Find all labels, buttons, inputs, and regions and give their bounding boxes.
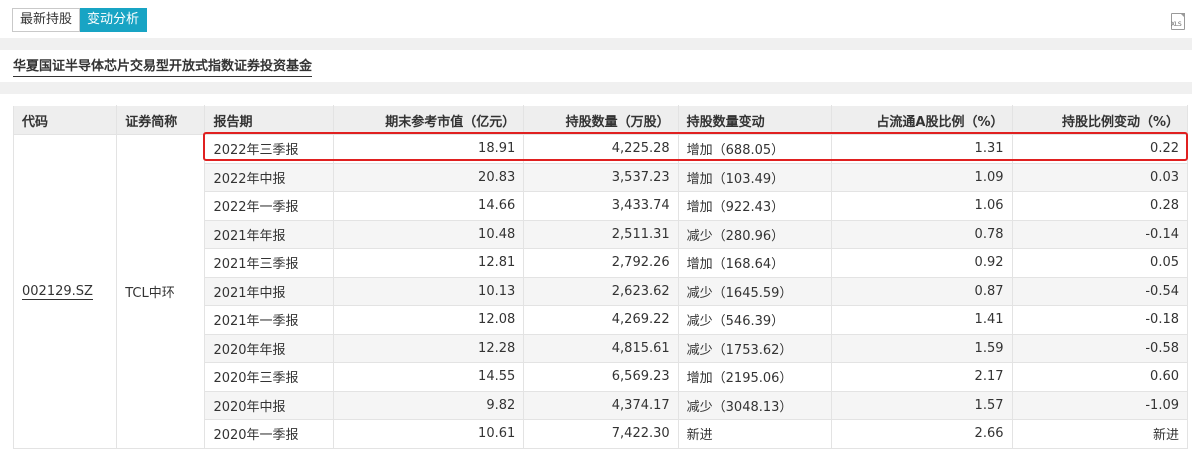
ratio-change-cell: -0.58 [1011, 333, 1188, 363]
market-value-cell: 18.91 [332, 134, 525, 164]
col-header-float-ratio[interactable]: 占流通A股比例（%） [831, 105, 1013, 135]
market-value-cell: 14.66 [332, 191, 525, 221]
fund-title: 华夏国证半导体芯片交易型开放式指数证券投资基金 [13, 58, 313, 77]
share-change-cell: 增加（2195.06） [677, 362, 833, 392]
share-change-cell: 减少（1645.59） [677, 276, 833, 306]
float-ratio-cell: 1.41 [831, 305, 1013, 335]
ratio-change-cell: 0.03 [1011, 162, 1188, 192]
ratio-change-cell: -1.09 [1011, 390, 1188, 420]
ratio-change-cell: -0.54 [1011, 276, 1188, 306]
ratio-change-cell: -0.18 [1011, 305, 1188, 335]
col-header-shares[interactable]: 持股数量（万股） [523, 105, 679, 135]
shares-cell: 7,422.30 [523, 419, 679, 449]
tab-bar: 最新持股 变动分析 [12, 8, 148, 32]
float-ratio-cell: 2.17 [831, 362, 1013, 392]
report-period-cell: 2022年三季报 [204, 134, 334, 164]
xls-export-icon[interactable]: XLS [1171, 13, 1185, 30]
shares-cell: 2,792.26 [523, 248, 679, 278]
market-value-cell: 9.82 [332, 390, 525, 420]
market-value-cell: 12.28 [332, 333, 525, 363]
market-value-cell: 14.55 [332, 362, 525, 392]
share-change-cell: 新进 [677, 419, 833, 449]
holdings-change-table: 代码 证券简称 报告期 期末参考市值（亿元） 持股数量（万股） 持股数量变动 占… [12, 105, 1188, 449]
report-period-cell: 2021年年报 [204, 219, 334, 249]
shares-cell: 4,225.28 [523, 134, 679, 164]
shares-cell: 4,815.61 [523, 333, 679, 363]
tab-change-analysis[interactable]: 变动分析 [80, 8, 148, 32]
section-divider [0, 38, 1192, 50]
report-period-cell: 2020年年报 [204, 333, 334, 363]
float-ratio-cell: 1.09 [831, 162, 1013, 192]
ratio-change-cell: -0.14 [1011, 219, 1188, 249]
report-period-cell: 2021年中报 [204, 276, 334, 306]
col-header-code[interactable]: 代码 [12, 105, 118, 135]
float-ratio-cell: 1.59 [831, 333, 1013, 363]
shares-cell: 4,374.17 [523, 390, 679, 420]
float-ratio-cell: 0.78 [831, 219, 1013, 249]
report-period-cell: 2021年三季报 [204, 248, 334, 278]
market-value-cell: 10.61 [332, 419, 525, 449]
share-change-cell: 减少（3048.13） [677, 390, 833, 420]
shares-cell: 3,433.74 [523, 191, 679, 221]
report-period-cell: 2022年中报 [204, 162, 334, 192]
float-ratio-cell: 1.57 [831, 390, 1013, 420]
col-header-security-name[interactable]: 证券简称 [116, 105, 206, 135]
shares-cell: 6,569.23 [523, 362, 679, 392]
shares-cell: 2,623.62 [523, 276, 679, 306]
ratio-change-cell: 0.22 [1011, 134, 1188, 164]
shares-cell: 4,269.22 [523, 305, 679, 335]
ratio-change-cell: 0.05 [1011, 248, 1188, 278]
market-value-cell: 20.83 [332, 162, 525, 192]
col-header-share-change[interactable]: 持股数量变动 [677, 105, 833, 135]
security-name-cell: TCL中环 [116, 134, 206, 449]
report-period-cell: 2021年一季报 [204, 305, 334, 335]
report-period-cell: 2020年一季报 [204, 419, 334, 449]
float-ratio-cell: 0.87 [831, 276, 1013, 306]
report-period-cell: 2022年一季报 [204, 191, 334, 221]
report-period-cell: 2020年中报 [204, 390, 334, 420]
col-header-market-value[interactable]: 期末参考市值（亿元） [332, 105, 525, 135]
ratio-change-cell: 新进 [1011, 419, 1188, 449]
security-code-link[interactable]: 002129.SZ [22, 283, 93, 300]
share-change-cell: 减少（1753.62） [677, 333, 833, 363]
market-value-cell: 12.81 [332, 248, 525, 278]
ratio-change-cell: 0.28 [1011, 191, 1188, 221]
market-value-cell: 10.13 [332, 276, 525, 306]
shares-cell: 2,511.31 [523, 219, 679, 249]
market-value-cell: 10.48 [332, 219, 525, 249]
share-change-cell: 增加（168.64） [677, 248, 833, 278]
ratio-change-cell: 0.60 [1011, 362, 1188, 392]
float-ratio-cell: 1.06 [831, 191, 1013, 221]
table-header-row: 代码 证券简称 报告期 期末参考市值（亿元） 持股数量（万股） 持股数量变动 占… [12, 105, 1188, 135]
share-change-cell: 增加（688.05） [677, 134, 833, 164]
col-header-report-period[interactable]: 报告期 [204, 105, 334, 135]
col-header-ratio-change[interactable]: 持股比例变动（%） [1011, 105, 1188, 135]
float-ratio-cell: 2.66 [831, 419, 1013, 449]
tab-latest-holdings[interactable]: 最新持股 [12, 8, 81, 32]
security-code-cell: 002129.SZ [12, 134, 118, 449]
share-change-cell: 减少（546.39） [677, 305, 833, 335]
table-row: 002129.SZ TCL中环 2022年三季报 18.91 4,225.28 增加（68… [12, 134, 1188, 449]
shares-cell: 3,537.23 [523, 162, 679, 192]
market-value-cell: 12.08 [332, 305, 525, 335]
float-ratio-cell: 0.92 [831, 248, 1013, 278]
section-divider [0, 82, 1192, 94]
float-ratio-cell: 1.31 [831, 134, 1013, 164]
share-change-cell: 增加（922.43） [677, 191, 833, 221]
report-period-cell: 2020年三季报 [204, 362, 334, 392]
share-change-cell: 增加（103.49） [677, 162, 833, 192]
share-change-cell: 减少（280.96） [677, 219, 833, 249]
